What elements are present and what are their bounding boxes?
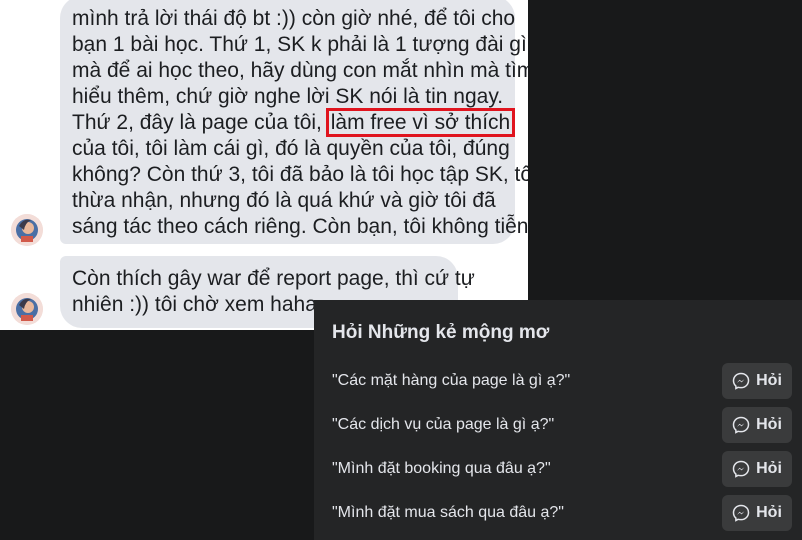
faq-item: "Các mặt hàng của page là gì ạ?" Hỏi <box>314 363 802 401</box>
faq-item: "Mình đặt booking qua đâu ạ?" Hỏi <box>314 451 802 489</box>
message-line: mình trả lời thái độ bt :)) còn giờ nhé,… <box>72 7 516 30</box>
ask-button-label: Hỏi <box>756 416 782 433</box>
ask-button[interactable]: Hỏi <box>722 407 792 443</box>
ask-button[interactable]: Hỏi <box>722 495 792 531</box>
faq-title: Hỏi Những kẻ mộng mơ <box>332 322 550 343</box>
chat-screenshot: mình trả lời thái độ bt :)) còn giờ nhé,… <box>0 0 528 330</box>
message-line-text: Thứ 2, đây là page của tôi, <box>72 111 322 134</box>
faq-panel: Hỏi Những kẻ mộng mơ "Các mặt hàng của p… <box>314 300 802 540</box>
faq-item: "Các dịch vụ của page là gì ạ?" Hỏi <box>314 407 802 445</box>
ask-button-label: Hỏi <box>756 460 782 477</box>
faq-item: "Mình đặt mua sách qua đâu ạ?" Hỏi <box>314 495 802 533</box>
message-line: Còn thích gây war để report page, thì cứ… <box>72 267 475 290</box>
faq-question: "Mình đặt booking qua đâu ạ?" <box>332 460 551 477</box>
avatar <box>11 293 43 325</box>
ask-button[interactable]: Hỏi <box>722 363 792 399</box>
highlighted-phrase: làm free vì sở thích <box>325 108 516 137</box>
faq-question: "Các dịch vụ của page là gì ạ?" <box>332 416 555 433</box>
message-line: hiểu thêm, chứ giờ nghe lời SK nói là ti… <box>72 85 504 108</box>
faq-question: "Mình đặt mua sách qua đâu ạ?" <box>332 504 564 521</box>
avatar <box>11 214 43 246</box>
message-line: bạn 1 bài học. Thứ 1, SK k phải là 1 tượ… <box>72 33 527 56</box>
message-line: không? Còn thứ 3, tôi đã bảo là tôi học … <box>72 163 528 186</box>
messenger-icon <box>732 372 750 390</box>
faq-question: "Các mặt hàng của page là gì ạ?" <box>332 372 571 389</box>
message-line: thừa nhận, nhưng đó là quá khứ và giờ tô… <box>72 189 496 212</box>
ask-button-label: Hỏi <box>756 504 782 521</box>
message-line: sáng tác theo cách riêng. Còn bạn, tôi k… <box>72 215 528 238</box>
ask-button[interactable]: Hỏi <box>722 451 792 487</box>
ask-button-label: Hỏi <box>756 372 782 389</box>
messenger-icon <box>732 460 750 478</box>
message-bubble: mình trả lời thái độ bt :)) còn giờ nhé,… <box>60 0 528 244</box>
messenger-icon <box>732 504 750 522</box>
message-line: của tôi, tôi làm cái gì, đó là quyền của… <box>72 137 510 160</box>
messenger-icon <box>732 416 750 434</box>
message-line: Thứ 2, đây là page của tôi, làm free vì … <box>72 108 516 137</box>
message-line: mà để ai học theo, hãy dùng con mắt nhìn… <box>72 59 528 82</box>
